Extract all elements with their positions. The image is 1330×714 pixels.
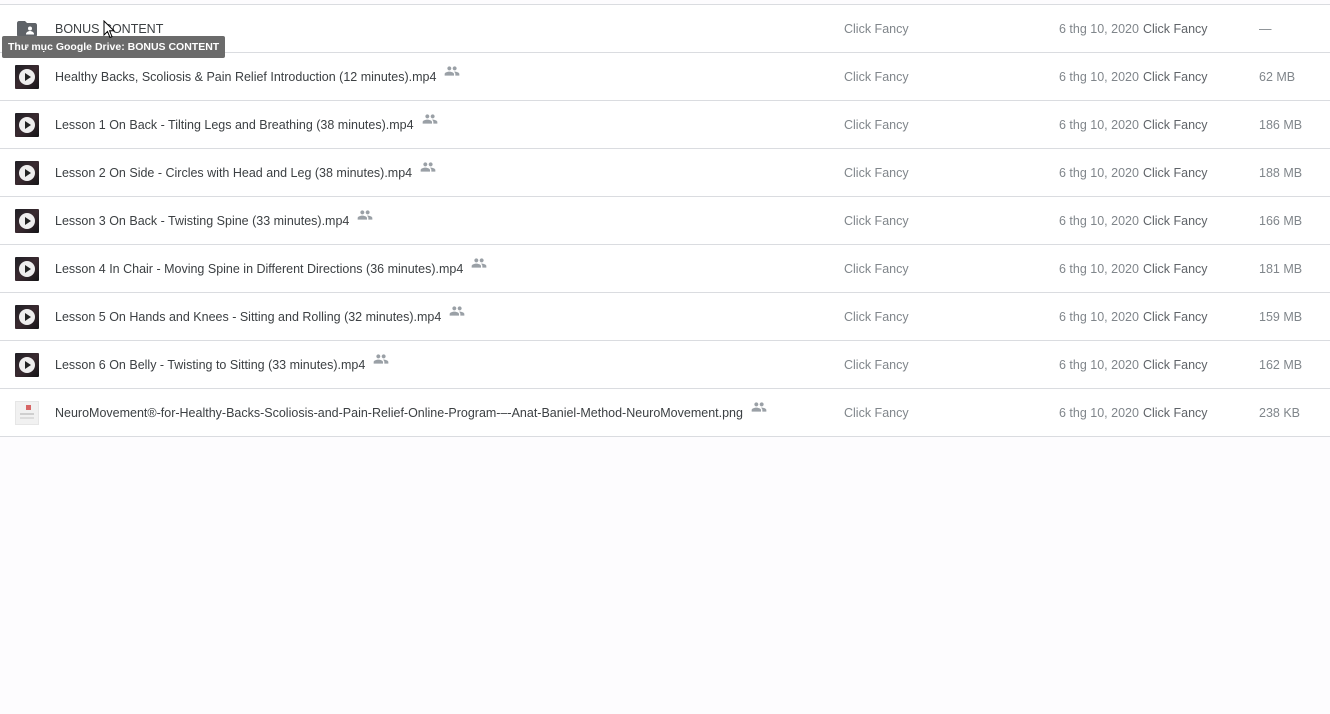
file-name-cell[interactable]: Lesson 6 On Belly - Twisting to Sitting … <box>55 341 389 389</box>
owner: Click Fancy <box>844 70 909 84</box>
file-name-cell[interactable]: Healthy Backs, Scoliosis & Pain Relief I… <box>55 53 460 101</box>
modified-by: Click Fancy <box>1142 22 1208 36</box>
modified-date: 6 thg 10, 2020 <box>1059 214 1139 228</box>
modified-date: 6 thg 10, 2020 <box>1059 118 1139 132</box>
last-modified: 6 thg 10, 2020 Click Fancy <box>1059 245 1208 293</box>
last-modified: 6 thg 10, 2020 Click Fancy <box>1059 149 1208 197</box>
video-thumbnail <box>15 305 39 329</box>
last-modified: 6 thg 10, 2020 Click Fancy <box>1059 5 1208 53</box>
modified-by: Click Fancy <box>1142 310 1208 324</box>
play-icon <box>19 261 35 277</box>
file-size: 238 KB <box>1259 406 1301 420</box>
modified-by: Click Fancy <box>1142 214 1208 228</box>
file-row[interactable]: Lesson 2 On Side - Circles with Head and… <box>0 149 1330 197</box>
file-name-cell[interactable]: Lesson 1 On Back - Tilting Legs and Brea… <box>55 101 438 149</box>
modified-date: 6 thg 10, 2020 <box>1059 406 1139 420</box>
file-size: 181 MB <box>1259 262 1303 276</box>
shared-people-icon <box>373 339 389 387</box>
modified-date: 6 thg 10, 2020 <box>1059 262 1139 276</box>
file-size: 186 MB <box>1259 118 1303 132</box>
video-thumbnail <box>15 353 39 377</box>
file-name: Lesson 2 On Side - Circles with Head and… <box>55 166 413 180</box>
last-modified: 6 thg 10, 2020 Click Fancy <box>1059 293 1208 341</box>
play-icon <box>19 69 35 85</box>
video-thumbnail <box>15 65 39 89</box>
file-name: Lesson 3 On Back - Twisting Spine (33 mi… <box>55 214 350 228</box>
file-size: 166 MB <box>1259 214 1303 228</box>
play-icon <box>19 309 35 325</box>
modified-by: Click Fancy <box>1142 406 1208 420</box>
play-icon <box>19 165 35 181</box>
file-name: NeuroMovement®-for-Healthy-Backs-Scolios… <box>55 406 743 420</box>
owner: Click Fancy <box>844 406 909 420</box>
last-modified: 6 thg 10, 2020 Click Fancy <box>1059 197 1208 245</box>
modified-date: 6 thg 10, 2020 <box>1059 166 1139 180</box>
modified-by: Click Fancy <box>1142 358 1208 372</box>
file-row[interactable]: Lesson 4 In Chair - Moving Spine in Diff… <box>0 245 1330 293</box>
file-row[interactable]: Lesson 5 On Hands and Knees - Sitting an… <box>0 293 1330 341</box>
last-modified: 6 thg 10, 2020 Click Fancy <box>1059 389 1208 437</box>
shared-people-icon <box>422 99 438 147</box>
file-name: Lesson 4 In Chair - Moving Spine in Diff… <box>55 262 464 276</box>
file-name: Lesson 1 On Back - Tilting Legs and Brea… <box>55 118 414 132</box>
modified-by: Click Fancy <box>1142 118 1208 132</box>
modified-by: Click Fancy <box>1142 166 1208 180</box>
video-thumbnail <box>15 113 39 137</box>
file-size: 188 MB <box>1259 166 1303 180</box>
file-name-cell[interactable]: Lesson 3 On Back - Twisting Spine (33 mi… <box>55 197 373 245</box>
shared-people-icon <box>751 387 767 435</box>
owner: Click Fancy <box>844 22 909 36</box>
image-thumbnail <box>15 401 39 425</box>
file-name: Healthy Backs, Scoliosis & Pain Relief I… <box>55 70 437 84</box>
video-thumbnail <box>15 257 39 281</box>
file-name-cell[interactable]: NeuroMovement®-for-Healthy-Backs-Scolios… <box>55 389 767 437</box>
shared-people-icon <box>444 51 460 99</box>
shared-people-icon <box>357 195 373 243</box>
file-row[interactable]: NeuroMovement®-for-Healthy-Backs-Scolios… <box>0 389 1330 437</box>
video-thumbnail <box>15 161 39 185</box>
file-row[interactable]: Lesson 1 On Back - Tilting Legs and Brea… <box>0 101 1330 149</box>
owner: Click Fancy <box>844 214 909 228</box>
file-list: BONUS CONTENT Click Fancy 6 thg 10, 2020… <box>0 4 1330 437</box>
play-icon <box>19 357 35 373</box>
file-name-cell[interactable]: Lesson 5 On Hands and Knees - Sitting an… <box>55 293 465 341</box>
last-modified: 6 thg 10, 2020 Click Fancy <box>1059 341 1208 389</box>
file-size: 62 MB <box>1259 70 1296 84</box>
last-modified: 6 thg 10, 2020 Click Fancy <box>1059 53 1208 101</box>
file-size: 162 MB <box>1259 358 1303 372</box>
modified-date: 6 thg 10, 2020 <box>1059 70 1139 84</box>
file-size: — <box>1259 22 1272 36</box>
modified-by: Click Fancy <box>1142 70 1208 84</box>
owner: Click Fancy <box>844 166 909 180</box>
modified-date: 6 thg 10, 2020 <box>1059 22 1139 36</box>
file-name-cell[interactable]: Lesson 4 In Chair - Moving Spine in Diff… <box>55 245 487 293</box>
shared-people-icon <box>471 243 487 291</box>
modified-date: 6 thg 10, 2020 <box>1059 310 1139 324</box>
shared-people-icon <box>420 147 436 195</box>
file-row[interactable]: Lesson 6 On Belly - Twisting to Sitting … <box>0 341 1330 389</box>
last-modified: 6 thg 10, 2020 Click Fancy <box>1059 101 1208 149</box>
video-thumbnail <box>15 209 39 233</box>
file-size: 159 MB <box>1259 310 1303 324</box>
file-name: Lesson 6 On Belly - Twisting to Sitting … <box>55 358 366 372</box>
owner: Click Fancy <box>844 262 909 276</box>
modified-date: 6 thg 10, 2020 <box>1059 358 1139 372</box>
file-row[interactable]: Lesson 3 On Back - Twisting Spine (33 mi… <box>0 197 1330 245</box>
owner: Click Fancy <box>844 358 909 372</box>
modified-by: Click Fancy <box>1142 262 1208 276</box>
file-name-cell[interactable]: Lesson 2 On Side - Circles with Head and… <box>55 149 436 197</box>
file-row[interactable]: Healthy Backs, Scoliosis & Pain Relief I… <box>0 53 1330 101</box>
mouse-pointer-icon <box>103 19 116 44</box>
owner: Click Fancy <box>844 118 909 132</box>
owner: Click Fancy <box>844 310 909 324</box>
play-icon <box>19 213 35 229</box>
file-name: Lesson 5 On Hands and Knees - Sitting an… <box>55 310 442 324</box>
play-icon <box>19 117 35 133</box>
shared-people-icon <box>449 291 465 339</box>
